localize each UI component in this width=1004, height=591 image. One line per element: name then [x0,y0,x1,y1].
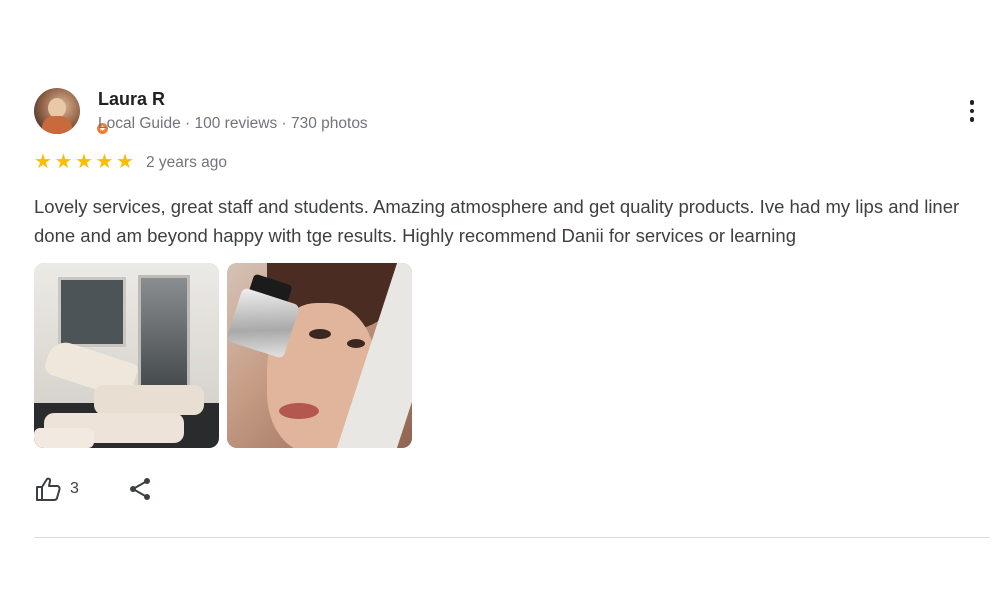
star-icon: ★ [75,151,93,173]
like-button[interactable]: 3 [34,476,79,502]
reviewer-meta: Local Guide · 100 reviews · 730 photos [98,115,368,132]
star-icon: ★ [54,151,73,173]
review-time: 2 years ago [146,154,227,171]
review-actions: 3 [34,476,153,502]
reviewer-name[interactable]: Laura R [98,89,165,110]
star-rating: ★ ★ ★ ★ ★ [34,152,136,172]
share-icon [129,478,150,500]
review-photo-product-poster[interactable] [227,263,412,448]
share-button[interactable] [127,476,153,502]
avatar-face [48,98,66,118]
star-icon: ★ [95,151,114,173]
more-options-button[interactable] [962,96,982,126]
review-text: Lovely services, great staff and student… [34,196,960,246]
like-count: 3 [70,480,79,497]
divider [34,537,990,538]
avatar[interactable] [34,88,80,134]
thumb-up-icon [36,477,61,501]
star-icon: ★ [116,151,134,173]
avatar-body [42,116,72,134]
review-photo-clinic-room[interactable] [34,263,219,448]
more-vert-icon [969,100,975,105]
star-icon: ★ [34,151,52,173]
